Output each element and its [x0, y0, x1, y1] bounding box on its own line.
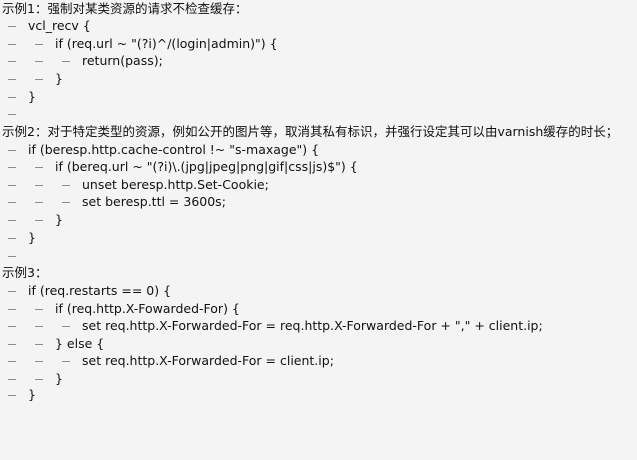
indent-guide	[8, 79, 16, 80]
indent-guide	[8, 344, 16, 345]
example-3-heading: 示例3：	[2, 265, 48, 280]
indent-guide	[8, 379, 16, 380]
indent-guide	[62, 202, 70, 203]
code-line: if (bereq.url ~ "(?i)\.(jpg|jpeg|png|gif…	[0, 158, 637, 176]
indent-guide	[8, 361, 16, 362]
indent-guide	[35, 344, 43, 345]
blank-line	[0, 105, 637, 123]
indent-guide	[62, 61, 70, 62]
indent-guide	[8, 61, 16, 62]
indent-guide	[62, 361, 70, 362]
indent-guide	[8, 44, 16, 45]
code-line: if (req.url ~ "(?i)^/(login|admin)") {	[0, 35, 637, 53]
code-line: }	[0, 88, 637, 106]
code-line: } else {	[0, 335, 637, 353]
indent-guide	[35, 167, 43, 168]
indent-guide	[8, 291, 16, 292]
indent-guide	[35, 361, 43, 362]
document-page: 示例1：强制对某类资源的请求不检查缓存： vcl_recv { if (req.…	[0, 0, 637, 404]
code-line: if (req.http.X-Fowarded-For) {	[0, 300, 637, 318]
code-line: set beresp.ttl = 3600s;	[0, 193, 637, 211]
code-line: set req.http.X-Forwarded-For = req.http.…	[0, 317, 637, 335]
code-line: }	[0, 229, 637, 247]
indent-guide	[35, 379, 43, 380]
code-line: set req.http.X-Forwarded-For = client.ip…	[0, 352, 637, 370]
indent-guide	[8, 395, 16, 396]
example-2-heading: 示例2：对于特定类型的资源，例如公开的图片等，取消其私有标识，并强行设定其可以由…	[2, 124, 619, 139]
indent-guide	[8, 167, 16, 168]
code-line: }	[0, 211, 637, 229]
code-line: return(pass);	[0, 52, 637, 70]
indent-guide	[8, 309, 16, 310]
indent-guide	[35, 61, 43, 62]
code-line: }	[0, 70, 637, 88]
indent-guide	[8, 202, 16, 203]
indent-guide	[35, 220, 43, 221]
indent-guide	[62, 185, 70, 186]
indent-guide	[35, 44, 43, 45]
indent-guide	[8, 238, 16, 239]
indent-guide	[8, 220, 16, 221]
indent-guide	[35, 326, 43, 327]
code-line: }	[0, 386, 637, 404]
code-line: if (req.restarts == 0) {	[0, 282, 637, 300]
code-line: unset beresp.http.Set-Cookie;	[0, 176, 637, 194]
code-line: if (beresp.http.cache-control !~ "s-maxa…	[0, 141, 637, 159]
indent-guide	[35, 309, 43, 310]
indent-guide	[8, 97, 16, 98]
blank-line	[0, 247, 637, 265]
indent-guide	[8, 185, 16, 186]
indent-guide	[8, 114, 16, 115]
indent-guide	[62, 326, 70, 327]
indent-guide	[35, 79, 43, 80]
code-line: vcl_recv {	[0, 17, 637, 35]
indent-guide	[35, 202, 43, 203]
indent-guide	[8, 326, 16, 327]
indent-guide	[8, 256, 16, 257]
example-1-heading: 示例1：强制对某类资源的请求不检查缓存：	[2, 1, 248, 16]
indent-guide	[35, 185, 43, 186]
indent-guide	[8, 150, 16, 151]
indent-guide	[8, 26, 16, 27]
